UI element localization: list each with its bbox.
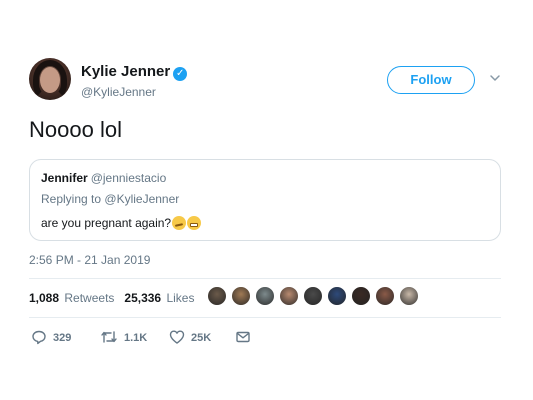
author-avatar[interactable] <box>29 58 71 100</box>
tweet-actions: 329 1.1K 25K <box>29 329 329 349</box>
liker-avatar[interactable] <box>207 286 227 306</box>
author-handle[interactable]: @KylieJenner <box>81 85 156 99</box>
replying-mention[interactable]: @KylieJenner <box>104 192 179 206</box>
verified-badge-icon: ✓ <box>173 67 188 81</box>
heart-icon <box>169 330 185 344</box>
replying-to: Replying to @KylieJenner <box>41 192 179 206</box>
reply-count: 329 <box>53 332 72 344</box>
envelope-icon <box>236 331 250 343</box>
retweet-button[interactable]: 1.1K <box>100 329 147 349</box>
replying-prefix: Replying to <box>41 192 102 206</box>
tweet-text: Noooo lol <box>29 117 122 142</box>
liker-avatar[interactable] <box>279 286 299 306</box>
like-count: 25K <box>191 332 212 344</box>
divider <box>29 317 501 318</box>
divider <box>29 278 501 279</box>
retweet-icon <box>101 331 117 343</box>
author-name[interactable]: Kylie Jenner <box>81 63 170 80</box>
liker-avatar[interactable] <box>255 286 275 306</box>
retweets-stat[interactable]: 1,088 Retweets <box>29 291 114 305</box>
liker-avatar[interactable] <box>303 286 323 306</box>
quoted-text-row: are you pregnant again? <box>41 216 202 230</box>
liker-avatar[interactable] <box>375 286 395 306</box>
engagement-stats: 1,088 Retweets 25,336 Likes <box>29 291 194 305</box>
reply-icon <box>32 330 46 345</box>
liker-avatar[interactable] <box>231 286 251 306</box>
tweet-timestamp[interactable]: 2:56 PM - 21 Jan 2019 <box>29 253 150 267</box>
liker-avatar[interactable] <box>327 286 347 306</box>
likes-stat[interactable]: 25,336 Likes <box>124 291 194 305</box>
smirking-face-icon <box>172 216 187 230</box>
likes-count: 25,336 <box>124 291 162 305</box>
liker-avatar[interactable] <box>399 286 419 306</box>
quoted-text: are you pregnant again? <box>41 216 172 230</box>
quoted-author-handle: @jenniestacio <box>90 171 167 185</box>
likes-label: Likes <box>166 291 195 305</box>
retweets-count: 1,088 <box>29 291 60 305</box>
author-name-row[interactable]: Kylie Jenner ✓ <box>81 63 188 81</box>
chevron-down-icon[interactable] <box>489 72 501 84</box>
quoted-author-name: Jennifer <box>41 171 88 185</box>
liker-avatar[interactable] <box>351 286 371 306</box>
grimacing-face-icon <box>187 216 202 230</box>
quoted-author: Jennifer @jenniestacio <box>41 171 166 185</box>
follow-button[interactable]: Follow <box>387 66 475 94</box>
retweet-count: 1.1K <box>124 332 148 344</box>
direct-message-button[interactable] <box>235 329 257 349</box>
reply-button[interactable]: 329 <box>31 329 71 349</box>
like-button[interactable]: 25K <box>169 329 211 349</box>
retweets-label: Retweets <box>64 291 115 305</box>
quoted-tweet[interactable]: Jennifer @jenniestacio Replying to @Kylie… <box>29 159 501 241</box>
